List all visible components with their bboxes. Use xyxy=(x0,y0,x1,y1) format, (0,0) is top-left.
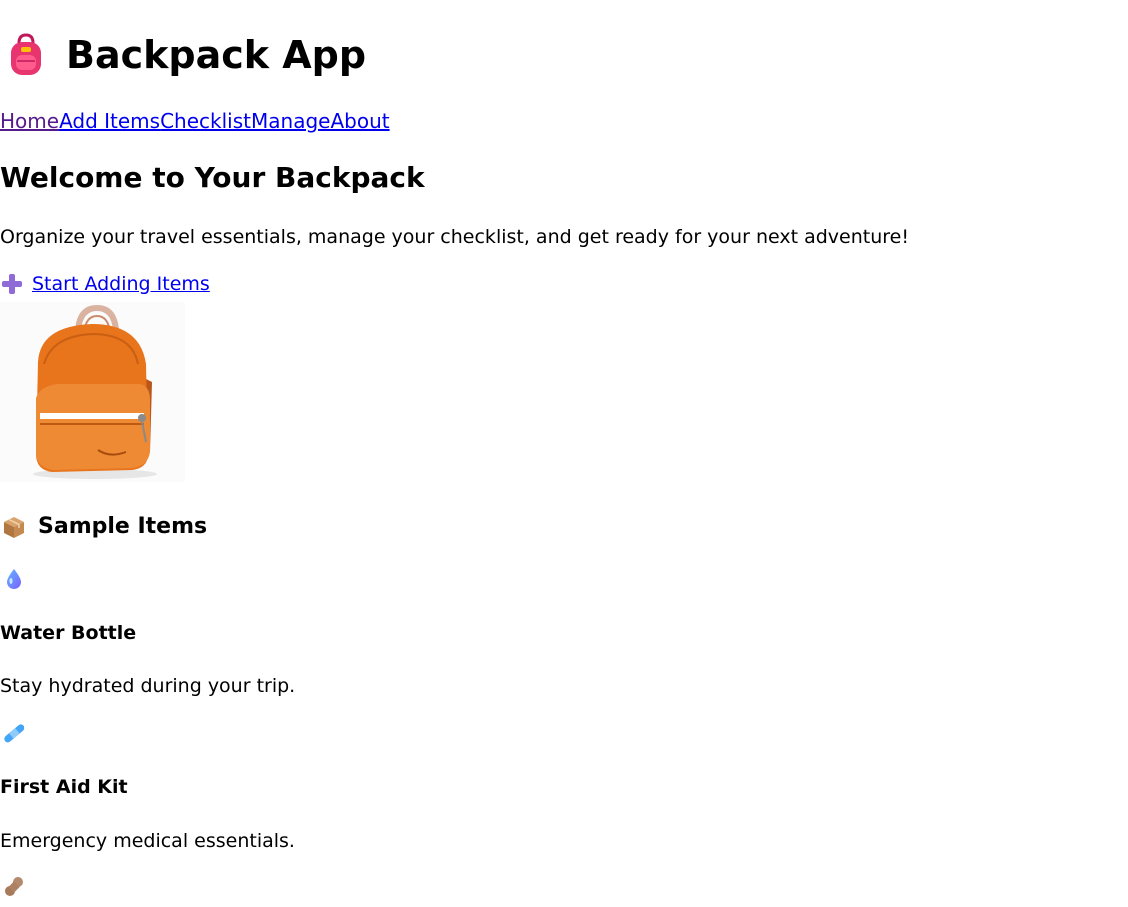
item-name: First Aid Kit xyxy=(0,776,128,798)
nav-link-checklist[interactable]: Checklist xyxy=(160,109,251,133)
backpack-icon xyxy=(11,33,41,75)
intro-text: Organize your travel essentials, manage … xyxy=(0,226,909,248)
nav-link-add-items[interactable]: Add Items xyxy=(59,109,160,133)
bandage-icon xyxy=(4,724,24,743)
nav-link-manage[interactable]: Manage xyxy=(251,109,330,133)
start-adding-items-label: Start Adding Items xyxy=(32,273,210,295)
nav-link-home[interactable]: Home xyxy=(0,109,59,133)
start-adding-items-link[interactable]: Start Adding Items xyxy=(0,271,210,297)
app-title: Backpack App xyxy=(8,28,366,82)
sample-items-heading-text: Sample Items xyxy=(38,514,208,539)
package-icon xyxy=(4,517,24,538)
item-description: Stay hydrated during your trip. xyxy=(0,675,296,697)
app-title-text: Backpack App xyxy=(66,33,367,77)
main-nav: HomeAdd ItemsChecklistManageAbout xyxy=(0,108,390,134)
peanut-icon xyxy=(5,877,23,896)
welcome-heading: Welcome to Your Backpack xyxy=(0,161,425,194)
backpack-image xyxy=(0,302,185,482)
item-description: Emergency medical essentials. xyxy=(0,830,295,852)
plus-icon xyxy=(2,274,22,294)
droplet-icon xyxy=(7,569,21,589)
sample-items-heading: Sample Items xyxy=(2,512,207,542)
item-name: Water Bottle xyxy=(0,622,137,644)
nav-link-about[interactable]: About xyxy=(330,109,389,133)
page: Backpack App HomeAdd ItemsChecklistManag… xyxy=(0,0,1128,907)
